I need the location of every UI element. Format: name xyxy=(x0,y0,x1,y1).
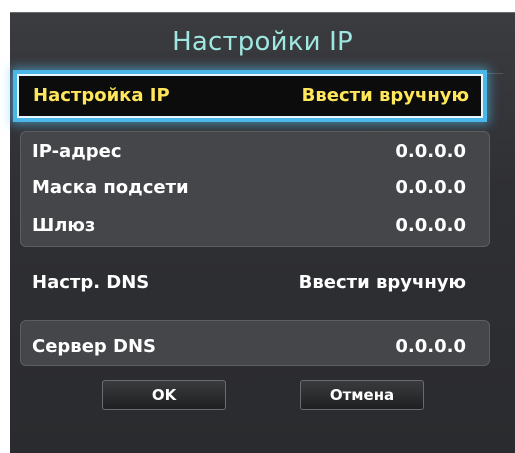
ip-setting-value: Ввести вручную xyxy=(301,85,469,106)
ok-button[interactable]: OK xyxy=(102,380,226,410)
dns-server-label: Сервер DNS xyxy=(32,336,157,357)
subnet-mask-value: 0.0.0.0 xyxy=(395,177,466,198)
gateway-row[interactable]: Шлюз 0.0.0.0 xyxy=(20,207,478,245)
ip-address-label: IP-адрес xyxy=(32,141,122,162)
ip-address-value: 0.0.0.0 xyxy=(395,141,466,162)
dns-setting-value: Ввести вручную xyxy=(298,272,466,293)
ip-address-row[interactable]: IP-адрес 0.0.0.0 xyxy=(20,133,478,171)
cancel-button[interactable]: Отмена xyxy=(300,380,424,410)
subnet-mask-label: Маска подсети xyxy=(32,177,189,198)
dns-server-value: 0.0.0.0 xyxy=(395,336,466,357)
dialog-title: Настройки IP xyxy=(172,27,353,57)
subnet-mask-row[interactable]: Маска подсети 0.0.0.0 xyxy=(20,169,478,207)
gateway-value: 0.0.0.0 xyxy=(395,215,466,236)
dns-server-row[interactable]: Сервер DNS 0.0.0.0 xyxy=(20,328,478,366)
dns-setting-row[interactable]: Настр. DNS Ввести вручную xyxy=(20,264,478,302)
ip-setting-row[interactable]: Настройка IP Ввести вручную xyxy=(17,74,483,118)
dns-setting-label: Настр. DNS xyxy=(32,272,150,293)
ip-setting-label: Настройка IP xyxy=(33,85,170,106)
gateway-label: Шлюз xyxy=(32,215,96,236)
